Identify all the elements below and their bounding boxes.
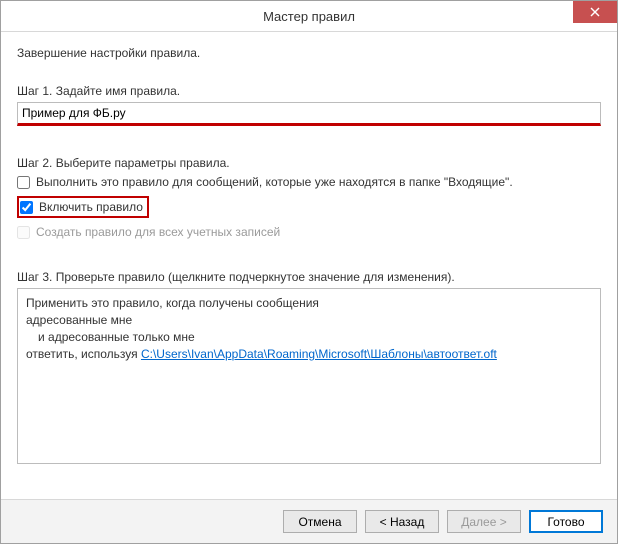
rule-name-field-wrap <box>17 102 601 126</box>
option-enable-row: Включить правило <box>17 196 601 218</box>
option-all-accounts: Создать правило для всех учетных записей <box>17 224 601 240</box>
desc-line-4: ответить, используя C:\Users\Ivan\AppDat… <box>26 346 592 363</box>
option-enable-highlight: Включить правило <box>17 196 149 218</box>
option-enable-checkbox[interactable] <box>20 201 33 214</box>
step3-label: Шаг 3. Проверьте правило (щелкните подче… <box>17 270 601 284</box>
desc-line-4-prefix: ответить, используя <box>26 347 141 361</box>
rules-wizard-window: Мастер правил Завершение настройки прави… <box>0 0 618 544</box>
button-row: Отмена < Назад Далее > Готово <box>1 499 617 543</box>
back-button[interactable]: < Назад <box>365 510 439 533</box>
desc-line-1: Применить это правило, когда получены со… <box>26 295 592 312</box>
next-button: Далее > <box>447 510 521 533</box>
option-all-accounts-checkbox <box>17 226 30 239</box>
rule-description-box: Применить это правило, когда получены со… <box>17 288 601 464</box>
dialog-body: Завершение настройки правила. Шаг 1. Зад… <box>1 32 617 499</box>
option-enable-label: Включить правило <box>39 199 143 215</box>
step1-label: Шаг 1. Задайте имя правила. <box>17 84 601 98</box>
cancel-button[interactable]: Отмена <box>283 510 357 533</box>
window-title: Мастер правил <box>1 9 617 24</box>
finish-button[interactable]: Готово <box>529 510 603 533</box>
close-icon <box>590 7 600 17</box>
titlebar: Мастер правил <box>1 1 617 32</box>
option-all-accounts-label: Создать правило для всех учетных записей <box>36 224 280 240</box>
desc-line-3: и адресованные только мне <box>26 329 592 346</box>
step2-label: Шаг 2. Выберите параметры правила. <box>17 156 601 170</box>
rule-name-input[interactable] <box>18 104 600 122</box>
option-run-now-label: Выполнить это правило для сообщений, кот… <box>36 174 513 190</box>
template-path-link[interactable]: C:\Users\Ivan\AppData\Roaming\Microsoft\… <box>141 347 497 361</box>
option-run-now[interactable]: Выполнить это правило для сообщений, кот… <box>17 174 601 190</box>
option-run-now-checkbox[interactable] <box>17 176 30 189</box>
close-button[interactable] <box>573 1 617 23</box>
intro-text: Завершение настройки правила. <box>17 46 601 60</box>
desc-line-2: адресованные мне <box>26 312 592 329</box>
step2-block: Шаг 2. Выберите параметры правила. Выпол… <box>17 156 601 240</box>
